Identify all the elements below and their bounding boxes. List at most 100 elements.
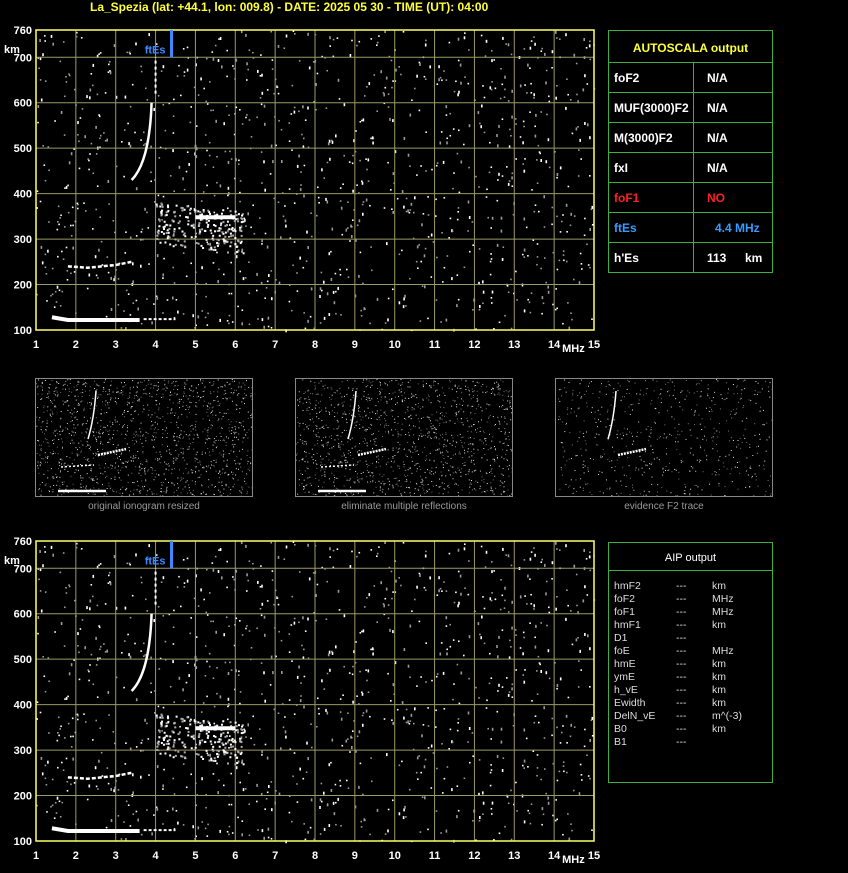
x-tick-label: 7	[272, 339, 278, 351]
aip-key: ymE	[614, 671, 635, 683]
ionogram-bottom-plot: ftEs760700600500400300200100km1234567891…	[0, 533, 605, 868]
thumbnail-caption-eliminate: eliminate multiple reflections	[295, 501, 513, 512]
y-tick-label: 760	[14, 536, 32, 548]
autoscala-row-muf-3000-f2: MUF(3000)F2N/A	[609, 92, 772, 122]
aip-unit: km	[712, 684, 726, 696]
autoscala-panel: AUTOSCALA output foF2N/AMUF(3000)F2N/AM(…	[608, 30, 773, 273]
aip-value: ---	[676, 632, 687, 644]
x-tick-label: 14	[548, 339, 561, 351]
aip-key: B1	[614, 736, 627, 748]
y-tick-label: 400	[14, 700, 32, 712]
y-tick-label: 200	[14, 280, 32, 292]
autoscala-row-h-es: h'Es113km	[609, 242, 772, 272]
x-tick-label: 2	[73, 339, 79, 351]
aip-unit: MHz	[712, 606, 734, 618]
x-tick-label: 11	[429, 339, 441, 351]
aip-key: foF2	[614, 593, 635, 605]
ionogram-bottom: ftEs760700600500400300200100km1234567891…	[0, 533, 605, 868]
aip-value: ---	[676, 697, 687, 709]
thumbnail-caption-evidence: evidence F2 trace	[555, 501, 773, 512]
aip-unit: km	[712, 723, 726, 735]
ftes-marker-label: ftEs	[145, 44, 166, 56]
y-tick-label: 200	[14, 791, 32, 803]
aip-key: B0	[614, 723, 627, 735]
autoscala-key: ftEs	[614, 221, 637, 235]
aip-unit: MHz	[712, 593, 734, 605]
aip-value: ---	[676, 593, 687, 605]
aip-key: DelN_vE	[614, 710, 655, 722]
autoscala-value: N/A	[707, 131, 728, 145]
aip-value: ---	[676, 580, 687, 592]
x-tick-label: 5	[192, 850, 198, 862]
aip-value: ---	[676, 710, 687, 722]
aip-key: hmF1	[614, 619, 641, 631]
autoscala-row-ftes: ftEs 4.4 MHz	[609, 212, 772, 242]
aip-key: Ewidth	[614, 697, 646, 709]
y-unit-label: km	[4, 555, 20, 567]
y-tick-label: 100	[14, 836, 32, 848]
x-tick-label: 13	[508, 339, 520, 351]
y-tick-label: 300	[14, 234, 32, 246]
aip-value: ---	[676, 671, 687, 683]
page-title: La_Spezia (lat: +44.1, lon: 009.8) - DAT…	[90, 0, 488, 14]
autoscala-title: AUTOSCALA output	[609, 41, 772, 55]
autoscala-key: M(3000)F2	[614, 131, 673, 145]
y-tick-label: 600	[14, 98, 32, 110]
aip-unit: km	[712, 619, 726, 631]
autoscala-value: 4.4 MHz	[715, 221, 760, 235]
x-tick-label: 7	[272, 850, 278, 862]
x-tick-label: 10	[389, 850, 401, 862]
autoscala-row-m-3000-f2: M(3000)F2 N/A	[609, 122, 772, 152]
aip-value: ---	[676, 658, 687, 670]
aip-key: hmF2	[614, 580, 641, 592]
x-tick-label: 10	[389, 339, 401, 351]
aip-value: ---	[676, 606, 687, 618]
echo-traces	[52, 568, 245, 831]
autoscala-value: 113	[707, 251, 726, 265]
aip-unit: MHz	[712, 645, 734, 657]
x-tick-label: 6	[232, 850, 238, 862]
ionogram-top: ftEs760700600500400300200100km1234567891…	[0, 22, 605, 357]
aip-panel: AIP output hmF2---kmfoF2---MHzfoF1---MHz…	[608, 542, 773, 783]
x-tick-label: 1	[33, 339, 39, 351]
aip-unit: km	[712, 697, 726, 709]
autoscala-row-fof1: foF1NO	[609, 182, 772, 212]
thumbnail-original	[35, 378, 253, 497]
aip-value: ---	[676, 645, 687, 657]
aip-unit: m^(-3)	[712, 710, 742, 722]
x-tick-label: 8	[312, 850, 318, 862]
y-tick-label: 600	[14, 609, 32, 621]
aip-key: h_vE	[614, 684, 638, 696]
autoscala-row-fxi: fxI N/A	[609, 152, 772, 182]
aip-key: D1	[614, 632, 627, 644]
noise-layer	[36, 30, 595, 332]
x-tick-label: 15	[588, 850, 600, 862]
autoscala-value: N/A	[707, 161, 728, 175]
x-tick-label: 9	[352, 850, 358, 862]
aip-value: ---	[676, 684, 687, 696]
aip-unit: km	[712, 580, 726, 592]
autoscala-key: foF2	[614, 71, 639, 85]
x-tick-label: 3	[113, 339, 119, 351]
noise-layer	[36, 541, 595, 843]
autoscala-key: fxI	[614, 161, 628, 175]
x-tick-label: 15	[588, 339, 600, 351]
ftes-marker-label: ftEs	[145, 555, 166, 567]
autoscala-key: MUF(3000)F2	[614, 101, 689, 115]
thumbnail-caption-original: original ionogram resized	[35, 501, 253, 512]
autoscala-key: foF1	[614, 191, 639, 205]
y-tick-label: 400	[14, 189, 32, 201]
grid	[36, 30, 594, 330]
aip-value: ---	[676, 736, 687, 748]
x-unit-label: MHz	[562, 854, 585, 866]
autoscala-key: h'Es	[614, 251, 639, 265]
x-tick-label: 2	[73, 850, 79, 862]
x-tick-label: 12	[468, 850, 480, 862]
x-tick-label: 4	[153, 339, 160, 351]
x-tick-label: 14	[548, 850, 561, 862]
x-tick-label: 13	[508, 850, 520, 862]
aip-key: foF1	[614, 606, 635, 618]
grid	[36, 541, 594, 841]
ionogram-top-plot: ftEs760700600500400300200100km1234567891…	[0, 22, 605, 357]
aip-value: ---	[676, 619, 687, 631]
